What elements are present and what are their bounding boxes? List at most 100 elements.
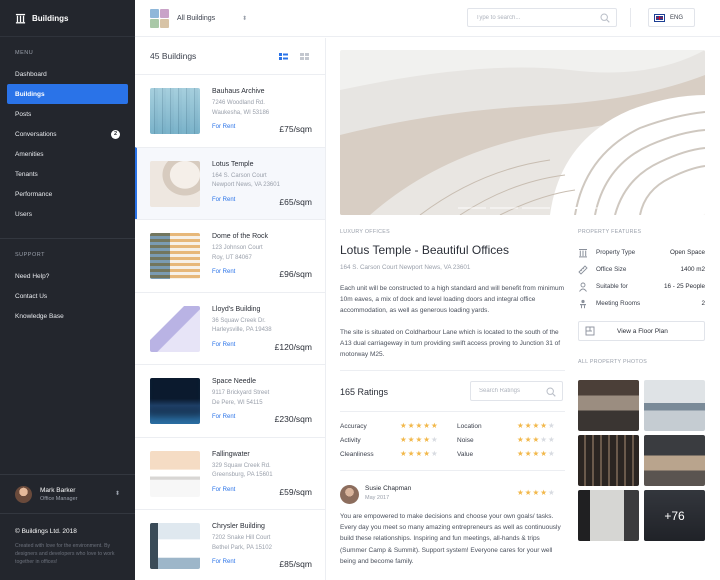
ratings-search-input[interactable]: [479, 388, 544, 394]
property-photo[interactable]: [578, 380, 639, 431]
hero-image[interactable]: [340, 50, 705, 215]
star-filled-icon: ★: [524, 449, 532, 458]
star-empty-icon: ★: [430, 435, 438, 444]
carousel-dot[interactable]: [586, 207, 614, 209]
sidebar-item-performance[interactable]: Performance: [7, 184, 128, 204]
sidebar-item-conversations[interactable]: Conversations 2: [7, 124, 128, 144]
sidebar-item-knowledge-base[interactable]: Knowledge Base: [7, 306, 128, 326]
list-view-icon[interactable]: [279, 52, 288, 60]
list-item[interactable]: Chrysler Building 7202 Snake Hill Court B…: [135, 509, 325, 580]
sidebar: Buildings MENU Dashboard Buildings Posts…: [0, 0, 135, 580]
price: £230/sqm: [274, 414, 312, 424]
language-select[interactable]: ENG: [648, 8, 695, 27]
copyright: © Buildings Ltd. 2018: [15, 528, 77, 535]
star-empty-icon: ★: [547, 435, 555, 444]
list-item[interactable]: Bauhaus Archive 7246 Woodland Rd. Waukesh…: [135, 74, 325, 147]
carousel-dot[interactable]: [458, 207, 486, 209]
building-photo: [340, 50, 705, 215]
uk-flag-icon: [654, 13, 665, 22]
star-filled-icon: ★: [517, 435, 524, 444]
price: £96/sqm: [279, 269, 312, 279]
list-item[interactable]: Lloyd's Building 36 Squaw Creek Dr. Harle…: [135, 291, 325, 365]
feature-meeting-rooms: Meeting Rooms 2: [578, 295, 705, 312]
list-header: 45 Buildings: [135, 38, 325, 74]
price: £75/sqm: [279, 124, 312, 134]
feature-property-type: Property Type Open Space: [578, 244, 705, 261]
list-item[interactable]: Lotus Temple 164 S. Carson Court Newport …: [135, 146, 325, 219]
sidebar-item-need-help[interactable]: Need Help?: [7, 266, 128, 286]
carousel-dot[interactable]: [490, 207, 518, 209]
star-rating: ★ ★ ★ ★ ★: [400, 435, 438, 444]
list-item[interactable]: Dome of the Rock 123 Johnson Court Roy, U…: [135, 219, 325, 292]
view-floor-plan-button[interactable]: View a Floor Plan: [578, 321, 705, 341]
building-name: Bauhaus Archive: [212, 88, 265, 95]
section-divider: [340, 411, 565, 412]
star-filled-icon: ★: [517, 421, 524, 430]
feature-label: Meeting Rooms: [596, 300, 641, 307]
carousel-dot[interactable]: [522, 207, 550, 209]
property-photo[interactable]: [578, 435, 639, 486]
section-divider: [340, 470, 565, 471]
building-name: Lloyd's Building: [212, 305, 261, 313]
address-line: 329 Squaw Creek Rd.: [212, 462, 271, 469]
star-filled-icon: ★: [532, 449, 540, 458]
view-toggles: [279, 52, 309, 60]
feature-value: 2: [701, 300, 705, 307]
star-filled-icon: ★: [532, 488, 540, 497]
building-thumbnail: [150, 233, 200, 279]
address-line: 9117 Brickyard Street: [212, 390, 270, 396]
sidebar-item-tenants[interactable]: Tenants: [7, 164, 128, 184]
rating-label: Value: [457, 451, 474, 458]
more-photos-button[interactable]: +76: [644, 490, 705, 541]
sidebar-item-label: Need Help?: [15, 272, 50, 280]
building-filter-value: All Buildings: [177, 14, 216, 22]
sidebar-item-buildings[interactable]: Buildings: [7, 84, 128, 104]
address-line: Waukesha, WI 53186: [212, 109, 270, 116]
sidebar-item-users[interactable]: Users: [7, 204, 128, 224]
brand-name: Buildings: [32, 13, 69, 23]
building-thumbnail: [150, 160, 200, 207]
star-filled-icon: ★: [400, 435, 407, 444]
carousel-dot-active[interactable]: [554, 207, 582, 209]
feature-value: 1400 m2: [680, 266, 705, 273]
property-photo[interactable]: [644, 435, 705, 486]
building-filter-select[interactable]: All Buildings ⬍: [177, 15, 247, 22]
reviewer-name: Susie Chapman: [365, 485, 412, 492]
address-line: Roy, UT 84067: [212, 254, 252, 261]
search-icon[interactable]: [546, 387, 556, 397]
user-menu[interactable]: Mark Barker Office Manager ⬍: [0, 474, 135, 514]
list-item[interactable]: Fallingwater 329 Squaw Creek Rd. Greensbu…: [135, 436, 325, 510]
star-filled-icon: ★: [532, 421, 540, 430]
search-input[interactable]: [476, 14, 596, 21]
sidebar-item-label: Tenants: [15, 170, 38, 178]
list-item[interactable]: Space Needle 9117 Brickyard Street De Per…: [135, 364, 325, 437]
star-empty-icon: ★: [547, 449, 555, 458]
grid-view-icon[interactable]: [300, 52, 309, 60]
search-icon[interactable]: [600, 13, 610, 23]
price: £120/sqm: [274, 341, 312, 352]
address-line: 123 Johnson Court: [212, 245, 263, 251]
floor-plan-icon: [585, 326, 595, 336]
address-line: 7202 Snake Hill Court: [212, 535, 271, 541]
star-empty-icon: ★: [540, 435, 547, 444]
description-paragraph: The site is situated on Coldharbour Lane…: [340, 329, 561, 359]
brand[interactable]: Buildings: [0, 0, 135, 37]
address-line: De Pere, WI 54115: [212, 399, 263, 406]
up-down-caret-icon[interactable]: ⬍: [115, 490, 120, 497]
star-filled-icon: ★: [415, 449, 423, 458]
building-thumbnail: [150, 378, 200, 424]
sidebar-item-amenities[interactable]: Amenities: [7, 144, 128, 164]
feature-value: 16 - 25 People: [664, 283, 705, 290]
meeting-rooms-icon: [580, 299, 586, 308]
address-line: 7246 Woodland Rd.: [212, 100, 265, 106]
sidebar-item-dashboard[interactable]: Dashboard: [7, 64, 128, 84]
star-filled-icon: ★: [524, 488, 532, 497]
ratings-search: [470, 381, 563, 401]
star-filled-icon: ★: [423, 449, 430, 458]
language-label: ENG: [670, 14, 684, 21]
property-photo[interactable]: [644, 380, 705, 431]
star-filled-icon: ★: [524, 435, 532, 444]
sidebar-item-contact-us[interactable]: Contact Us: [7, 286, 128, 306]
sidebar-item-posts[interactable]: Posts: [7, 104, 128, 124]
property-photo[interactable]: [578, 490, 639, 541]
